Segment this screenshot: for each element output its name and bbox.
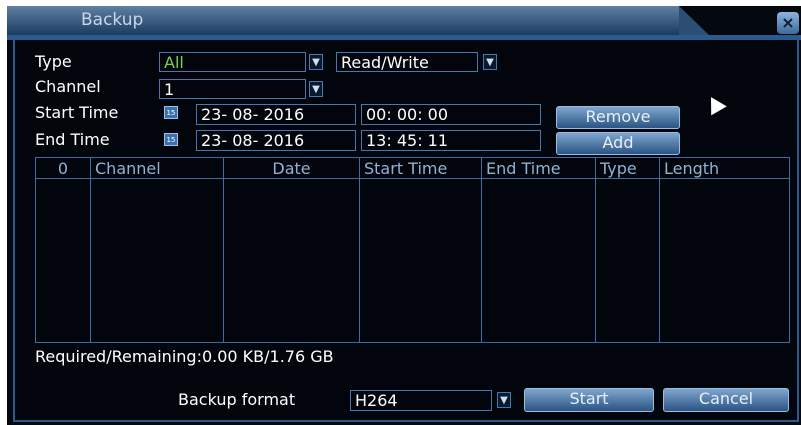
backup-format-select[interactable]: H264 (350, 390, 492, 411)
cancel-button[interactable]: Cancel (663, 388, 789, 412)
end-time-field[interactable]: 13: 45: 11 (361, 130, 541, 151)
window-title: Backup (81, 10, 144, 30)
end-time-label: End Time (35, 130, 110, 149)
calendar-icon[interactable]: 15 (164, 106, 178, 119)
backup-format-label: Backup format (178, 390, 296, 409)
calendar-icon[interactable]: 15 (164, 133, 178, 146)
backup-file-table[interactable]: 0 Channel Date Start Time End Time Type … (35, 157, 790, 343)
close-button[interactable]: × (777, 12, 799, 34)
column-header-date[interactable]: Date (223, 157, 360, 179)
type-label: Type (35, 52, 72, 71)
column-header-end-time[interactable]: End Time (481, 157, 596, 179)
start-date-field[interactable]: 23- 08- 2016 (196, 104, 356, 125)
start-time-label: Start Time (35, 103, 119, 122)
mode-select[interactable]: Read/Write (336, 52, 478, 72)
table-header-row: 0 Channel Date Start Time End Time Type … (35, 157, 790, 179)
channel-label: Channel (35, 77, 101, 96)
table-empty-row (35, 178, 790, 343)
column-header-type[interactable]: Type (595, 157, 660, 179)
remove-button[interactable]: Remove (556, 106, 680, 129)
channel-select[interactable]: 1 (159, 79, 306, 99)
chevron-down-icon[interactable]: ▼ (309, 81, 323, 97)
column-header-length[interactable]: Length (659, 157, 790, 179)
column-header-index[interactable]: 0 (35, 157, 91, 179)
storage-status-text: Required/Remaining:0.00 KB/1.76 GB (35, 347, 334, 366)
title-bar: Backup (7, 6, 709, 35)
chevron-down-icon[interactable]: ▼ (309, 54, 323, 70)
chevron-down-icon[interactable]: ▼ (497, 392, 511, 408)
end-date-field[interactable]: 23- 08- 2016 (196, 130, 356, 151)
column-header-channel[interactable]: Channel (90, 157, 224, 179)
start-button[interactable]: Start (524, 388, 654, 412)
start-time-field[interactable]: 00: 00: 00 (361, 104, 541, 125)
add-button[interactable]: Add (556, 132, 680, 155)
chevron-down-icon[interactable]: ▼ (483, 54, 497, 70)
type-select[interactable]: All (159, 52, 306, 72)
column-header-start-time[interactable]: Start Time (359, 157, 482, 179)
